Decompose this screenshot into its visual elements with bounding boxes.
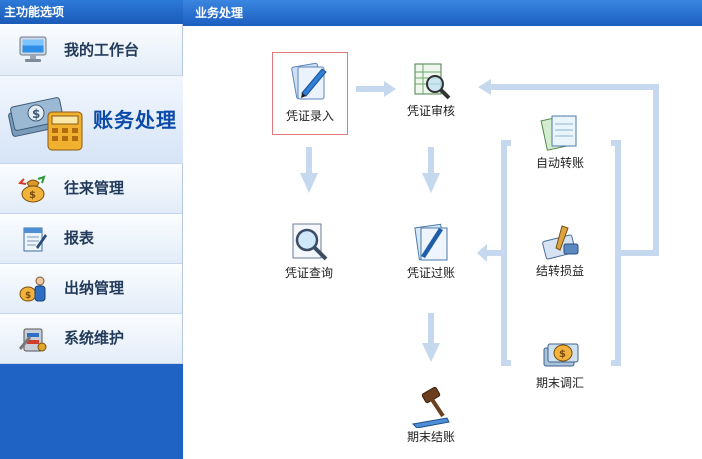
node-voucher-entry[interactable]: 凭证录入	[272, 52, 348, 135]
node-label: 自动转账	[535, 156, 584, 170]
node-period-adjust[interactable]: $ 期末调汇	[523, 336, 597, 391]
sidebar-item-workbench[interactable]: 我的工作台	[0, 24, 183, 76]
sidebar-item-reports[interactable]: 报表	[0, 214, 183, 264]
svg-text:$: $	[29, 190, 36, 201]
auto-transfer-icon	[540, 115, 577, 151]
node-voucher-review[interactable]: 凭证审核	[394, 58, 468, 119]
node-label: 凭证录入	[285, 109, 334, 123]
monitor-icon	[19, 36, 47, 62]
node-label: 凭证审核	[406, 104, 455, 118]
voucher-query-icon	[292, 223, 328, 261]
sidebar-item-label: 往来管理	[64, 179, 125, 197]
node-auto-transfer[interactable]: 自动转账	[523, 110, 597, 171]
node-label: 期末结账	[406, 430, 455, 444]
tools-icon	[18, 328, 47, 352]
svg-text:$: $	[32, 107, 40, 121]
sidebar-item-label: 出纳管理	[64, 279, 125, 297]
svg-text:$: $	[25, 291, 31, 301]
sidebar-item-accounting[interactable]: $ 账务处理	[0, 76, 183, 164]
node-label: 凭证查询	[284, 266, 333, 280]
sidebar-item-cashier[interactable]: $ 出纳管理	[0, 264, 183, 314]
sidebar: 主功能选项 我的工作台 $ 账务处理 $ 往来管理 报表 $ 出纳管理 系统维护	[0, 0, 183, 459]
node-pl-transfer[interactable]: 结转损益	[523, 222, 597, 279]
content-panel: 业务处理 凭证录入 凭证审核 自动转账 凭证查询 凭证过账 结转损益 $ 期末调…	[183, 0, 702, 459]
svg-text:$: $	[559, 349, 566, 360]
node-period-close[interactable]: 期末结账	[394, 384, 468, 445]
sidebar-header: 主功能选项	[0, 0, 183, 24]
sidebar-item-label: 系统维护	[64, 329, 125, 347]
node-voucher-post[interactable]: 凭证过账	[394, 220, 468, 281]
money-bag-icon: $	[18, 175, 46, 203]
sidebar-item-system[interactable]: 系统维护	[0, 314, 183, 364]
gavel-icon	[411, 386, 450, 428]
period-adjust-icon: $	[543, 343, 579, 367]
cashier-icon: $	[19, 276, 46, 302]
report-icon	[23, 227, 47, 252]
pl-transfer-icon	[542, 225, 579, 260]
sidebar-item-label: 我的工作台	[64, 41, 140, 59]
sidebar-item-label: 账务处理	[93, 108, 177, 132]
voucher-post-icon	[414, 223, 448, 261]
sidebar-item-receivables[interactable]: $ 往来管理	[0, 164, 183, 214]
node-label: 期末调汇	[535, 376, 584, 390]
node-label: 凭证过账	[406, 266, 455, 280]
voucher-entry-icon	[291, 62, 327, 100]
node-label: 结转损益	[535, 264, 584, 278]
voucher-review-icon	[414, 63, 451, 100]
node-voucher-query[interactable]: 凭证查询	[272, 220, 346, 281]
sidebar-item-label: 报表	[64, 229, 95, 247]
money-calculator-icon: $	[8, 97, 83, 151]
